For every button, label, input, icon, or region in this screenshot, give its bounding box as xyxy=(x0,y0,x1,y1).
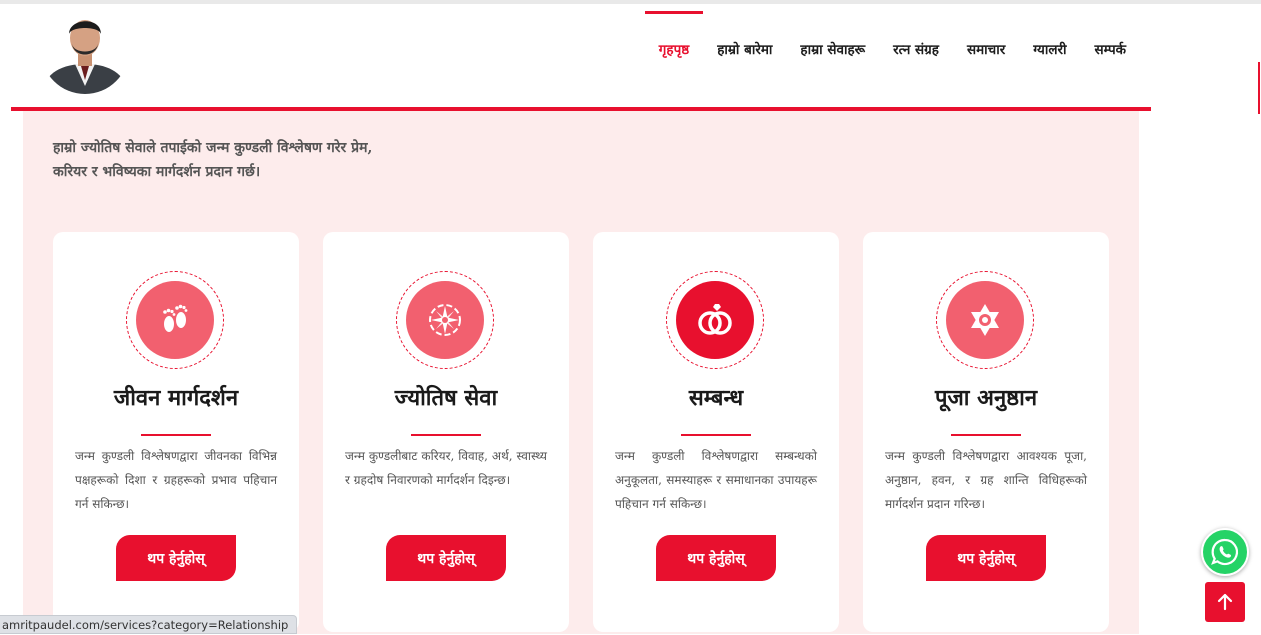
icon-ring xyxy=(396,271,494,369)
icon-disc xyxy=(946,281,1024,359)
avatar[interactable] xyxy=(41,6,129,94)
nav-item-about[interactable]: हाम्रो बारेमा xyxy=(703,9,786,89)
nav-item-contact[interactable]: सम्पर्क xyxy=(1081,9,1140,89)
service-card-puja: पूजा अनुष्ठान जन्म कुण्डली विश्लेषणद्वार… xyxy=(863,232,1109,632)
read-more-button[interactable]: थप हेर्नुहोस् xyxy=(116,535,236,581)
icon-disc xyxy=(676,281,754,359)
whatsapp-button[interactable] xyxy=(1201,528,1249,576)
read-more-button[interactable]: थप हेर्नुहोस् xyxy=(656,535,776,581)
arrow-up-icon xyxy=(1217,593,1233,611)
title-underline xyxy=(951,434,1021,436)
icon-disc xyxy=(136,281,214,359)
service-card-life-guidance: जीवन मार्गदर्शन जन्म कुण्डली विश्लेषणद्व… xyxy=(53,232,299,632)
compass-icon xyxy=(429,304,461,336)
intro-line-1: हाम्रो ज्योतिष सेवाले तपाईको जन्म कुण्डल… xyxy=(53,140,373,156)
title-underline xyxy=(411,434,481,436)
nav-item-news[interactable]: समाचार xyxy=(953,9,1019,89)
intro-line-2: करियर र भविष्यका मार्गदर्शन प्रदान गर्छ। xyxy=(53,164,261,180)
whatsapp-icon xyxy=(1211,538,1239,566)
title-underline xyxy=(141,434,211,436)
section-intro: हाम्रो ज्योतिष सेवाले तपाईको जन्म कुण्डल… xyxy=(53,136,433,184)
icon-ring xyxy=(666,271,764,369)
service-card-astrology: ज्योतिष सेवा जन्म कुण्डलीबाट करियर, विवा… xyxy=(323,232,569,632)
wedding-rings-icon xyxy=(698,304,732,335)
read-more-button[interactable]: थप हेर्नुहोस् xyxy=(926,535,1046,581)
card-title: ज्योतिष सेवा xyxy=(394,385,498,411)
baby-feet-icon xyxy=(163,304,188,332)
card-description: जन्म कुण्डली विश्लेषणद्वारा जीवनका विभिन… xyxy=(75,449,277,511)
card-title: पूजा अनुष्ठान xyxy=(934,385,1038,411)
service-card-relationship: सम्बन्ध जन्म कुण्डली विश्लेषणद्वारा सम्ब… xyxy=(593,232,839,632)
title-underline xyxy=(681,434,751,436)
card-description: जन्म कुण्डली विश्लेषणद्वारा सम्बन्धको अन… xyxy=(615,449,817,511)
nav-item-home[interactable]: गृहपृष्ठ xyxy=(644,9,704,89)
hexagram-icon xyxy=(971,304,999,336)
main-nav: गृहपृष्ठ हाम्रो बारेमा हाम्रा सेवाहरू रत… xyxy=(644,4,1140,94)
nav-item-gems[interactable]: रत्न संग्रह xyxy=(879,9,953,89)
back-to-top-button[interactable] xyxy=(1205,582,1245,622)
icon-disc xyxy=(406,281,484,359)
card-description: जन्म कुण्डली विश्लेषणद्वारा आवश्यक पूजा,… xyxy=(885,449,1087,511)
site-header: गृहपृष्ठ हाम्रो बारेमा हाम्रा सेवाहरू रत… xyxy=(11,4,1151,108)
card-title: जीवन मार्गदर्शन xyxy=(113,385,239,411)
edge-accent xyxy=(1258,62,1260,114)
read-more-button[interactable]: थप हेर्नुहोस् xyxy=(386,535,506,581)
status-bar-url: amritpaudel.com/services?category=Relati… xyxy=(0,615,298,634)
card-title: सम्बन्ध xyxy=(688,385,744,411)
card-description: जन्म कुण्डलीबाट करियर, विवाह, अर्थ, स्वा… xyxy=(345,449,547,487)
nav-item-services[interactable]: हाम्रा सेवाहरू xyxy=(786,9,879,89)
icon-ring xyxy=(936,271,1034,369)
icon-ring xyxy=(126,271,224,369)
nav-item-gallery[interactable]: ग्यालरी xyxy=(1019,9,1080,89)
profile-photo xyxy=(41,6,129,94)
